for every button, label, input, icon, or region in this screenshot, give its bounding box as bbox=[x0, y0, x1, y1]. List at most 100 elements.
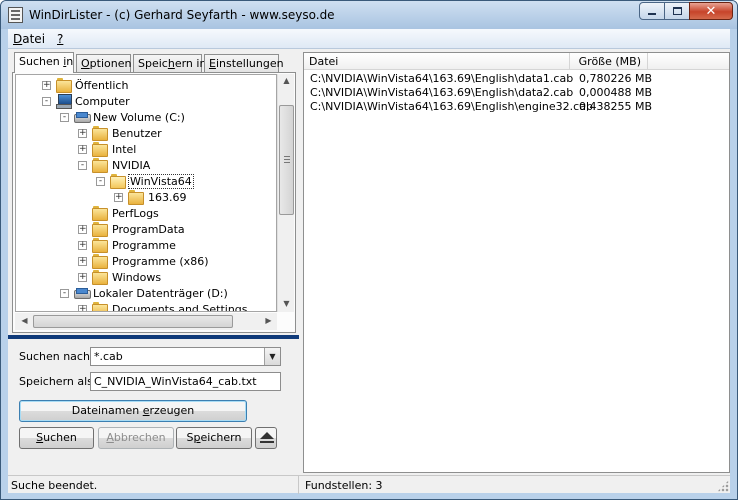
menu-help[interactable]: ? bbox=[57, 32, 63, 46]
scroll-right-arrow-icon[interactable]: ▶ bbox=[263, 316, 274, 327]
search-pattern-combo[interactable]: *.cab ▼ bbox=[90, 347, 281, 366]
scroll-left-arrow-icon[interactable]: ◀ bbox=[19, 316, 30, 327]
eject-button[interactable] bbox=[255, 427, 277, 449]
left-pane: Suchen in Optionen Speichern in Einstell… bbox=[8, 49, 299, 493]
collapse-icon[interactable]: - bbox=[96, 177, 105, 186]
menu-datei[interactable]: Datei bbox=[13, 32, 45, 46]
tree-item-label: WinVista64 bbox=[128, 174, 194, 189]
generate-filename-button[interactable]: Dateinamen erzeugen bbox=[19, 400, 247, 422]
collapse-icon[interactable]: - bbox=[60, 289, 69, 298]
tab-panel-suchen-in: + Öffentlich - Computer - New Volume (C:… bbox=[12, 72, 296, 333]
folder-icon bbox=[92, 270, 108, 285]
drive-icon bbox=[74, 112, 91, 123]
folder-icon bbox=[92, 126, 108, 141]
cell-file: C:\NVIDIA\WinVista64\163.69\English\data… bbox=[310, 86, 574, 99]
cell-file: C:\NVIDIA\WinVista64\163.69\English\data… bbox=[310, 72, 574, 85]
expand-icon[interactable]: + bbox=[114, 193, 123, 202]
title-bar[interactable]: WinDirLister - (c) Gerhard Seyfarth - ww… bbox=[1, 1, 737, 29]
scroll-up-arrow-icon[interactable]: ▲ bbox=[281, 76, 292, 87]
menu-help-label: ? bbox=[57, 32, 64, 46]
folder-icon bbox=[92, 254, 108, 269]
cancel-button[interactable]: Abbrechen bbox=[98, 427, 174, 449]
tree-item-label: 163.69 bbox=[148, 191, 187, 204]
column-header-datei[interactable]: Datei bbox=[304, 53, 570, 70]
folder-tree[interactable]: + Öffentlich - Computer - New Volume (C:… bbox=[15, 74, 277, 312]
pane-divider bbox=[8, 335, 299, 339]
menu-datei-accel: D bbox=[13, 32, 23, 46]
tree-item-label: Intel bbox=[112, 143, 137, 156]
tree-vertical-scrollbar[interactable]: ▲ ▼ bbox=[277, 74, 294, 312]
tree-item-label: Windows bbox=[112, 271, 162, 284]
tree-horizontal-scrollbar[interactable]: ◀ ▶ bbox=[15, 313, 277, 330]
result-list[interactable]: Datei Größe (MB) C:\NVIDIA\WinVista64\16… bbox=[303, 52, 730, 473]
cell-size: 0,438255 MB bbox=[579, 100, 653, 113]
client-area: Suchen in Optionen Speichern in Einstell… bbox=[8, 49, 730, 493]
folder-icon bbox=[92, 238, 108, 253]
menu-datei-label: atei bbox=[22, 32, 46, 46]
folder-icon bbox=[128, 190, 144, 205]
menu-bar: Datei ? bbox=[8, 29, 730, 49]
tree-item-label: Benutzer bbox=[112, 127, 162, 140]
window-title: WinDirLister - (c) Gerhard Seyfarth - ww… bbox=[29, 8, 335, 22]
expand-icon[interactable]: + bbox=[78, 273, 87, 282]
main-window: WinDirLister - (c) Gerhard Seyfarth - ww… bbox=[0, 0, 738, 500]
tab-suchen-in[interactable]: Suchen in bbox=[14, 52, 74, 73]
folder-icon bbox=[92, 142, 108, 157]
tree-item-label: Lokaler Datenträger (D:) bbox=[93, 287, 228, 300]
dropdown-arrow-icon[interactable]: ▼ bbox=[264, 348, 280, 365]
tab-optionen[interactable]: Optionen bbox=[76, 54, 131, 72]
save-as-field[interactable]: C_NVIDIA_WinVista64_cab.txt bbox=[90, 372, 281, 391]
tree-item-label: Computer bbox=[75, 95, 130, 108]
cell-file: C:\NVIDIA\WinVista64\163.69\English\engi… bbox=[310, 100, 593, 113]
table-row[interactable]: C:\NVIDIA\WinVista64\163.69\English\data… bbox=[304, 86, 729, 100]
collapse-icon[interactable]: - bbox=[42, 97, 51, 106]
app-icon[interactable] bbox=[8, 7, 23, 23]
eject-icon bbox=[260, 432, 274, 444]
table-row[interactable]: C:\NVIDIA\WinVista64\163.69\English\data… bbox=[304, 72, 729, 86]
collapse-icon[interactable]: - bbox=[60, 113, 69, 122]
folder-icon bbox=[92, 206, 108, 221]
tree-item-label: Programme (x86) bbox=[112, 255, 209, 268]
minimize-icon bbox=[648, 13, 656, 15]
list-header: Datei Größe (MB) bbox=[304, 53, 729, 70]
expand-icon[interactable]: + bbox=[78, 225, 87, 234]
tab-speichern-in-accel: h bbox=[167, 57, 175, 70]
status-text: Suche beendet. bbox=[8, 476, 299, 494]
search-button-post: uchen bbox=[43, 431, 77, 444]
expand-icon[interactable]: + bbox=[78, 257, 87, 266]
maximize-button[interactable] bbox=[664, 2, 690, 20]
column-header-groesse[interactable]: Größe (MB) bbox=[570, 53, 648, 70]
minimize-button[interactable] bbox=[639, 2, 665, 20]
resize-grip-icon[interactable] bbox=[717, 480, 729, 492]
save-button-accel: p bbox=[193, 431, 201, 444]
save-button[interactable]: Speichern bbox=[176, 427, 252, 449]
expand-icon[interactable]: + bbox=[78, 305, 87, 311]
scroll-thumb[interactable] bbox=[279, 105, 294, 215]
tree-item-label: NVIDIA bbox=[112, 159, 151, 172]
tab-speichern-in[interactable]: Speichern in bbox=[133, 54, 206, 72]
expand-icon[interactable]: + bbox=[78, 241, 87, 250]
caption-buttons: ✕ bbox=[639, 2, 733, 22]
hscroll-thumb[interactable] bbox=[33, 315, 233, 328]
collapse-icon[interactable]: - bbox=[78, 161, 87, 170]
tree-item-label: ProgramData bbox=[112, 223, 185, 236]
computer-icon bbox=[56, 94, 72, 109]
table-row[interactable]: C:\NVIDIA\WinVista64\163.69\English\engi… bbox=[304, 100, 729, 114]
generate-filename-pre: Dateinamen bbox=[71, 404, 143, 417]
status-count: Fundstellen: 3 bbox=[305, 479, 383, 492]
close-button[interactable]: ✕ bbox=[689, 2, 733, 20]
expand-icon[interactable]: + bbox=[42, 81, 51, 90]
folder-icon bbox=[92, 302, 108, 311]
save-as-value: C_NVIDIA_WinVista64_cab.txt bbox=[94, 375, 257, 388]
save-button-pre: S bbox=[186, 431, 194, 444]
expand-icon[interactable]: + bbox=[78, 145, 87, 154]
tab-suchen-in-pre: Suchen bbox=[19, 55, 64, 68]
scroll-down-arrow-icon[interactable]: ▼ bbox=[281, 299, 292, 310]
save-button-post: eichern bbox=[200, 431, 242, 444]
tab-einstellungen[interactable]: Einstellungen bbox=[204, 54, 284, 72]
tab-einstellungen-post: instellungen bbox=[215, 57, 284, 70]
expand-icon[interactable]: + bbox=[78, 129, 87, 138]
tree-item-label: Öffentlich bbox=[75, 79, 129, 92]
status-bar: Suche beendet. Fundstellen: 3 bbox=[8, 475, 730, 494]
search-button[interactable]: Suchen bbox=[19, 427, 94, 449]
